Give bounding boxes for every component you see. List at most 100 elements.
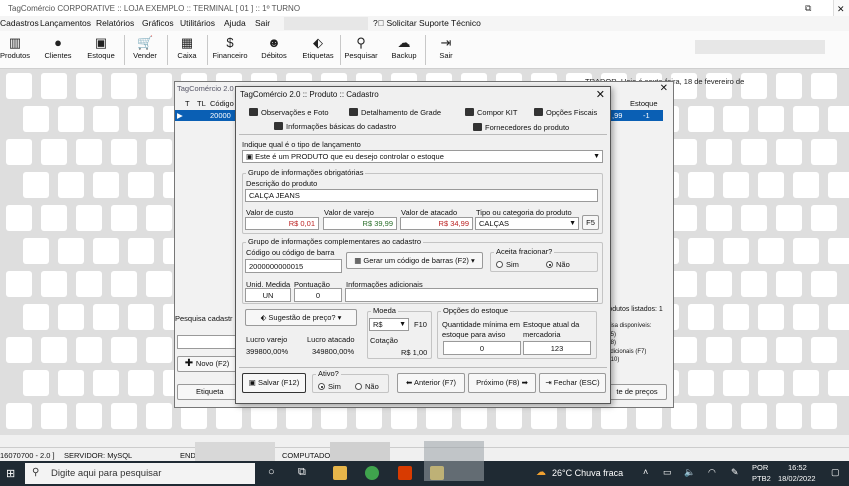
toolbar-financeiro-button[interactable]: $ Financeiro [211,33,249,67]
toolbar-estoque-button[interactable]: ▣ Estoque [85,33,117,67]
currency-select[interactable]: R$ ▼ [369,318,409,331]
background-tile [41,337,67,363]
active-yes-radio[interactable]: Sim [318,382,341,391]
new-button[interactable]: ✚ Novo (F2) [177,356,237,372]
menu-sair[interactable]: Sair [255,18,270,28]
tab-observacoes[interactable]: Observações e Foto [249,108,329,117]
current-stock-input[interactable]: 123 [523,341,591,355]
cost-input[interactable]: R$ 0,01 [245,217,319,230]
points-input[interactable]: 0 [294,288,342,302]
close-icon[interactable]: ✕ [837,4,845,15]
column-header-estoque[interactable]: Estoque [630,99,658,108]
search-input[interactable] [177,335,237,349]
clock-time[interactable]: 16:52 [788,463,807,472]
network-icon[interactable]: ▭ [663,467,672,478]
windows-start-icon[interactable]: ⊞ [6,467,15,480]
active-no-radio[interactable]: Não [355,382,379,391]
toolbar-caixa-button[interactable]: ▦ Caixa [172,33,202,67]
products-listed-count: rodutos listados: 1 [606,306,663,313]
price-list-button[interactable]: te de preços [607,384,667,400]
wholesale-input[interactable]: R$ 34,99 [400,217,473,230]
tab-info-basica[interactable]: Informações básicas do cadastro [274,122,396,131]
column-header-tl[interactable]: TL [197,99,206,108]
background-tile [811,337,837,363]
weather-text[interactable]: 26°C Chuva fraca [552,468,623,478]
next-button[interactable]: Próximo (F8) ➡ [468,373,536,393]
keyboard-layout[interactable]: PTB2 [752,474,771,483]
pen-icon[interactable]: ✎ [731,467,739,478]
toolbar-backup-button[interactable]: ☁ Backup [388,33,420,67]
speaker-icon[interactable]: 🔈 [684,467,695,478]
fraction-yes-radio[interactable]: Sim [496,260,519,269]
chevron-down-icon: ▾ [468,256,475,265]
restore-icon[interactable]: ⧉ [805,3,811,14]
background-tile [793,370,819,396]
chevron-down-icon: ▾ [335,313,342,322]
table-row-selected[interactable]: ▶ 20000 [175,110,241,121]
background-tile [146,73,172,99]
support-link[interactable]: ?⃝ Solicitar Suporte Técnico [373,18,481,28]
grid-icon [349,108,358,116]
generate-barcode-button[interactable]: ▦ Gerar um código de barras (F2) ▾ [346,252,483,269]
tab-grade[interactable]: Detalhamento de Grade [349,108,441,117]
money-icon: $ [226,35,234,50]
min-stock-label: Quantidade mínima em estoque para aviso [442,320,520,339]
tab-kit[interactable]: Compor KIT [465,108,517,117]
clock-date[interactable]: 18/02/2022 [778,474,816,483]
etiqueta-button[interactable]: Etiqueta [177,384,237,400]
background-tile [58,238,84,264]
tab-fiscais[interactable]: Opções Fiscais [534,108,597,117]
barcode-input[interactable]: 2000000000015 [245,259,342,273]
notification-icon[interactable]: ▢ [831,467,840,478]
file-explorer-icon[interactable] [333,466,347,480]
wifi-icon[interactable]: ◠ [708,467,716,478]
menu-cadastros[interactable]: Cadastros [0,18,39,28]
menu-utilitarios[interactable]: Utilitários [180,18,215,28]
toolbar-clientes-button[interactable]: ● Clientes [42,33,74,67]
close-icon[interactable]: ✕ [660,83,668,94]
toolbar-pesquisar-button[interactable]: ⚲ Pesquisar [343,33,379,67]
taskbar-search-box[interactable]: ⚲ Digite aqui para pesquisar [25,463,255,484]
menu-ajuda[interactable]: Ajuda [224,18,246,28]
chrome-icon[interactable] [365,466,379,480]
description-input[interactable]: CALÇA JEANS [245,189,598,202]
menu-graficos[interactable]: Gráficos [142,18,174,28]
task-view-icon[interactable]: ⧉ [298,466,306,479]
additional-info-input[interactable] [345,288,598,302]
cortana-icon[interactable]: ○ [268,466,275,478]
category-f5-button[interactable]: F5 [582,215,599,230]
toolbar-produtos-button[interactable]: ▥ Produtos [0,33,30,67]
save-button[interactable]: ▣ Salvar (F12) [242,373,306,393]
fraction-no-radio[interactable]: Não [546,260,570,269]
chevron-up-icon[interactable]: ˄ [643,467,648,477]
background-tile [146,271,172,297]
retail-input[interactable]: R$ 39,99 [323,217,397,230]
previous-button[interactable]: ⬅ Anterior (F7) [397,373,465,393]
background-tile [828,304,849,330]
close-button[interactable]: ⇥ Fechar (ESC) [539,373,606,393]
category-select[interactable]: CALÇAS ▼ [475,217,579,230]
tab-fornecedores[interactable]: Fornecedores do produto [473,123,569,132]
background-tile [23,304,49,330]
min-stock-input[interactable]: 0 [443,341,521,355]
app-title-bar: TagComércio CORPORATIVE :: LOJA EXEMPLO … [0,0,849,16]
office-icon[interactable] [398,466,412,480]
background-tile [758,238,784,264]
blurred-region [330,442,390,462]
column-header-codigo[interactable]: Código [210,99,234,108]
currency-f10[interactable]: F10 [414,320,427,329]
toolbar-sair-button[interactable]: ⇥ Sair [432,33,460,67]
toolbar-vender-button[interactable]: 🛒 Vender [130,33,160,67]
close-icon[interactable]: ✕ [596,88,605,101]
toolbar-debitos-button[interactable]: ☻ Débitos [258,33,290,67]
toolbar-etiquetas-button[interactable]: ⬖ Etiquetas [299,33,337,67]
language-indicator[interactable]: POR [752,463,768,472]
table-row-selected-tail[interactable]: ,99 -1 [610,110,663,121]
unit-input[interactable]: UN [245,288,291,302]
column-header-t[interactable]: T [185,99,190,108]
menu-relatorios[interactable]: Relatórios [96,18,134,28]
type-select[interactable]: ▣ Este é um PRODUTO que eu desejo contro… [242,150,603,163]
menu-lancamentos[interactable]: Lançamentos [40,18,91,28]
price-suggestion-button[interactable]: ⬖ Sugestão de preço? ▾ [245,309,357,326]
background-tile [128,304,154,330]
